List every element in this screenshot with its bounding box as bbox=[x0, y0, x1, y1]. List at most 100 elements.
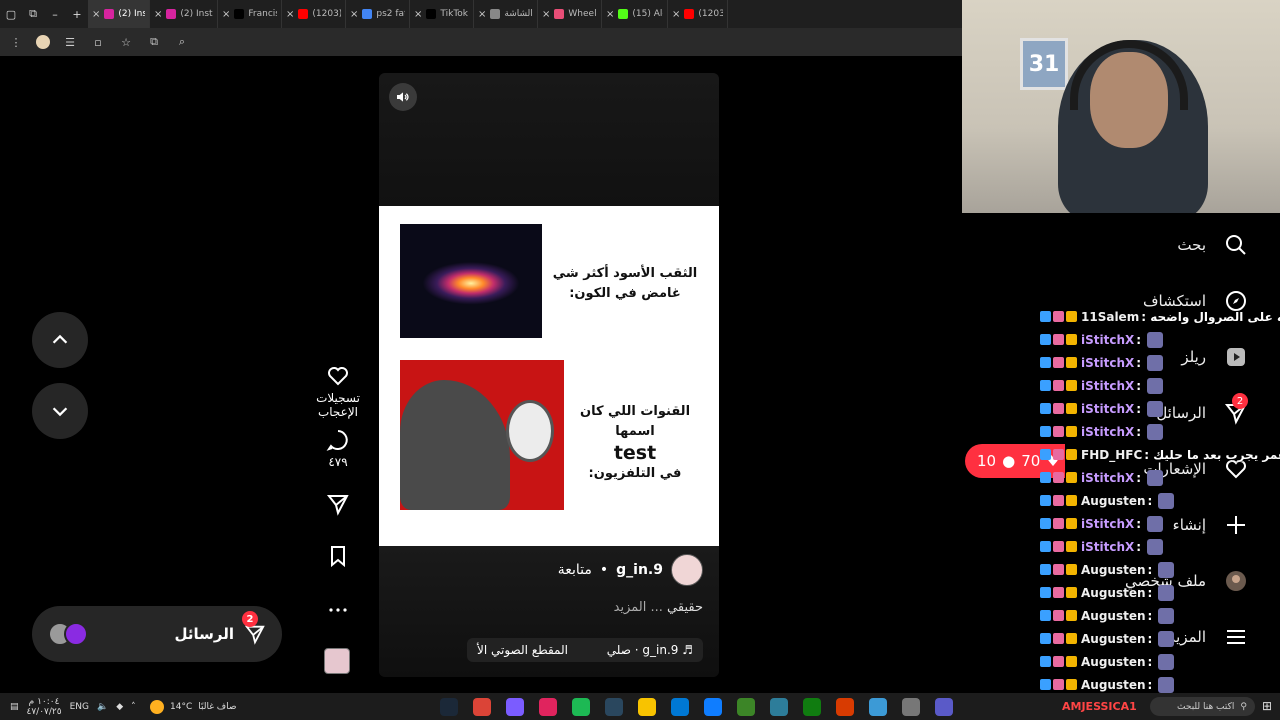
chat-username: Augusten bbox=[1081, 562, 1146, 577]
browser-tab[interactable]: × Francis Ng bbox=[218, 0, 282, 28]
close-tab-icon[interactable]: × bbox=[222, 9, 230, 20]
audio-pill[interactable]: ♬ g_in.9 · صلي المقطع الصوتي الأ bbox=[467, 638, 703, 662]
sidebar-item[interactable]: بحث bbox=[1177, 233, 1248, 257]
chat-badge-icon bbox=[1053, 541, 1064, 552]
tray-chevron-icon[interactable]: ˄ bbox=[131, 702, 136, 712]
reel-card[interactable]: الثقب الأسود أكثر شي غامض في الكون: القن… bbox=[379, 73, 719, 677]
language-indicator[interactable]: ENG bbox=[70, 702, 89, 712]
stream-chat-overlay: 11Salem : مسمينه على الصروال واضحه iStitc… bbox=[1040, 305, 1280, 696]
tab-favicon-icon bbox=[104, 9, 115, 19]
chat-message: iStitchX : bbox=[1040, 512, 1280, 535]
network-icon[interactable]: ◆ bbox=[116, 702, 123, 712]
sound-toggle-button[interactable] bbox=[389, 83, 417, 111]
browser-tab[interactable]: × Wheel of N bbox=[538, 0, 602, 28]
chat-username: iStitchX bbox=[1081, 401, 1135, 416]
taskbar-app-icon[interactable] bbox=[572, 698, 590, 716]
sidebar-item-label: بحث bbox=[1177, 236, 1206, 254]
comment-action[interactable]: ٤٧٩ bbox=[300, 428, 376, 469]
taskbar-app-icon[interactable] bbox=[671, 698, 689, 716]
close-tab-icon[interactable]: × bbox=[286, 9, 294, 20]
taskbar-app-icon[interactable] bbox=[506, 698, 524, 716]
taskbar-app-icon[interactable] bbox=[704, 698, 722, 716]
close-tab-icon[interactable]: × bbox=[92, 9, 100, 20]
bookmark-star-icon[interactable]: ☆ bbox=[118, 36, 134, 49]
weather-widget[interactable]: 14°C صاف غالبًا bbox=[150, 693, 236, 720]
taskbar-app-icon[interactable] bbox=[605, 698, 623, 716]
browser-tab[interactable]: × (1203) ♪ bbox=[282, 0, 346, 28]
taskbar-search[interactable]: اكتب هنا للبحث ⚲ bbox=[1150, 697, 1255, 716]
taskbar-app-icon[interactable] bbox=[836, 698, 854, 716]
taskbar-app-icon[interactable] bbox=[935, 698, 953, 716]
minimize-icon[interactable]: – bbox=[44, 8, 66, 21]
previous-reel-button[interactable] bbox=[32, 312, 88, 368]
author-name[interactable]: g_in.9 bbox=[616, 562, 663, 578]
profile-avatar[interactable] bbox=[36, 35, 50, 49]
chat-message: 11Salem : مسمينه على الصروال واضحه bbox=[1040, 305, 1280, 328]
close-tab-icon[interactable]: × bbox=[414, 9, 422, 20]
taskbar-app-icon[interactable] bbox=[902, 698, 920, 716]
meme-caption-1: الثقب الأسود أكثر شي غامض في الكون: bbox=[552, 266, 698, 301]
chat-badge-icon bbox=[1040, 656, 1051, 667]
tab-search-icon[interactable]: ▢ bbox=[0, 8, 22, 21]
more-link[interactable]: ... المزيد bbox=[614, 600, 663, 615]
taskbar-app-icon[interactable] bbox=[869, 698, 887, 716]
taskbar-app-icon[interactable] bbox=[803, 698, 821, 716]
close-tab-icon[interactable]: × bbox=[350, 9, 358, 20]
share-icon[interactable]: ⧉ bbox=[146, 35, 162, 49]
lion-mask-shape bbox=[506, 400, 554, 462]
live-likes-count: 70 bbox=[1021, 452, 1041, 470]
like-action[interactable]: تسجيلات الإعجاب bbox=[300, 364, 376, 419]
chat-badge-icon bbox=[1053, 633, 1064, 644]
author-avatar[interactable] bbox=[671, 554, 703, 586]
clock[interactable]: ١٠:٠٤ م ٤٧/٠٧/٢٥ bbox=[27, 697, 62, 717]
browser-tab[interactable]: × (15) Alert bbox=[602, 0, 668, 28]
browser-tab[interactable]: × TikTok - M bbox=[410, 0, 474, 28]
chat-text: : bbox=[1147, 493, 1153, 508]
taskbar-app-icon[interactable] bbox=[638, 698, 656, 716]
audio-thumbnail[interactable] bbox=[324, 648, 350, 674]
taskbar-app-icon[interactable] bbox=[539, 698, 557, 716]
follow-button[interactable]: متابعة bbox=[558, 562, 592, 578]
chat-badge-icon bbox=[1053, 426, 1064, 437]
start-icon[interactable]: ⊞ bbox=[1262, 699, 1272, 713]
close-tab-icon[interactable]: × bbox=[606, 9, 614, 20]
messages-badge: 2 bbox=[242, 611, 258, 627]
extensions-icon[interactable]: ▫ bbox=[90, 36, 106, 49]
taskbar-app-icon[interactable] bbox=[770, 698, 788, 716]
volume-icon[interactable]: 🔈 bbox=[97, 702, 108, 712]
chat-badge-icon bbox=[1040, 679, 1051, 690]
close-tab-icon[interactable]: × bbox=[672, 9, 680, 20]
menu-dots-icon[interactable]: ⋮ bbox=[8, 36, 24, 49]
browser-tab[interactable]: × (2) Instagr bbox=[150, 0, 218, 28]
chat-message: iStitchX : bbox=[1040, 535, 1280, 558]
next-reel-button[interactable] bbox=[32, 383, 88, 439]
taskbar-app-icon[interactable] bbox=[473, 698, 491, 716]
window-restore-icon[interactable]: ⧉ bbox=[22, 7, 44, 21]
tab-favicon-icon bbox=[298, 9, 309, 19]
chat-badge-icon bbox=[1040, 380, 1051, 391]
reading-list-icon[interactable]: ☰ bbox=[62, 36, 78, 49]
chat-badge-icon bbox=[1040, 518, 1051, 529]
taskbar-app-icon[interactable] bbox=[440, 698, 458, 716]
close-tab-icon[interactable]: × bbox=[478, 9, 486, 20]
messages-pill[interactable]: الرسائل 2 bbox=[32, 606, 282, 662]
save-action[interactable] bbox=[300, 544, 376, 571]
tab-favicon-icon bbox=[490, 9, 501, 19]
zoom-icon[interactable]: ⌕ bbox=[174, 35, 190, 49]
chat-badge-icon bbox=[1053, 656, 1064, 667]
browser-tab[interactable]: × ps2 fat - bbox=[346, 0, 410, 28]
share-action[interactable] bbox=[300, 492, 376, 519]
more-options-action[interactable] bbox=[300, 598, 376, 625]
new-tab-button[interactable]: + bbox=[66, 8, 88, 21]
tab-title: Francis Ng bbox=[248, 9, 277, 19]
tab-favicon-icon bbox=[618, 9, 629, 19]
close-tab-icon[interactable]: × bbox=[542, 9, 550, 20]
browser-tab[interactable]: × لقطة الشاشة bbox=[474, 0, 538, 28]
notification-icon[interactable]: ▤ bbox=[10, 702, 19, 712]
chat-text: : تروح تشوف عمر يجرب بعد ما حليك bbox=[1144, 447, 1280, 462]
caption-text: حقيقي bbox=[667, 600, 703, 615]
browser-tab[interactable]: × (1203) bbox=[668, 0, 728, 28]
browser-tab[interactable]: × (2) Inst bbox=[88, 0, 150, 28]
close-tab-icon[interactable]: × bbox=[154, 9, 162, 20]
taskbar-app-icon[interactable] bbox=[737, 698, 755, 716]
